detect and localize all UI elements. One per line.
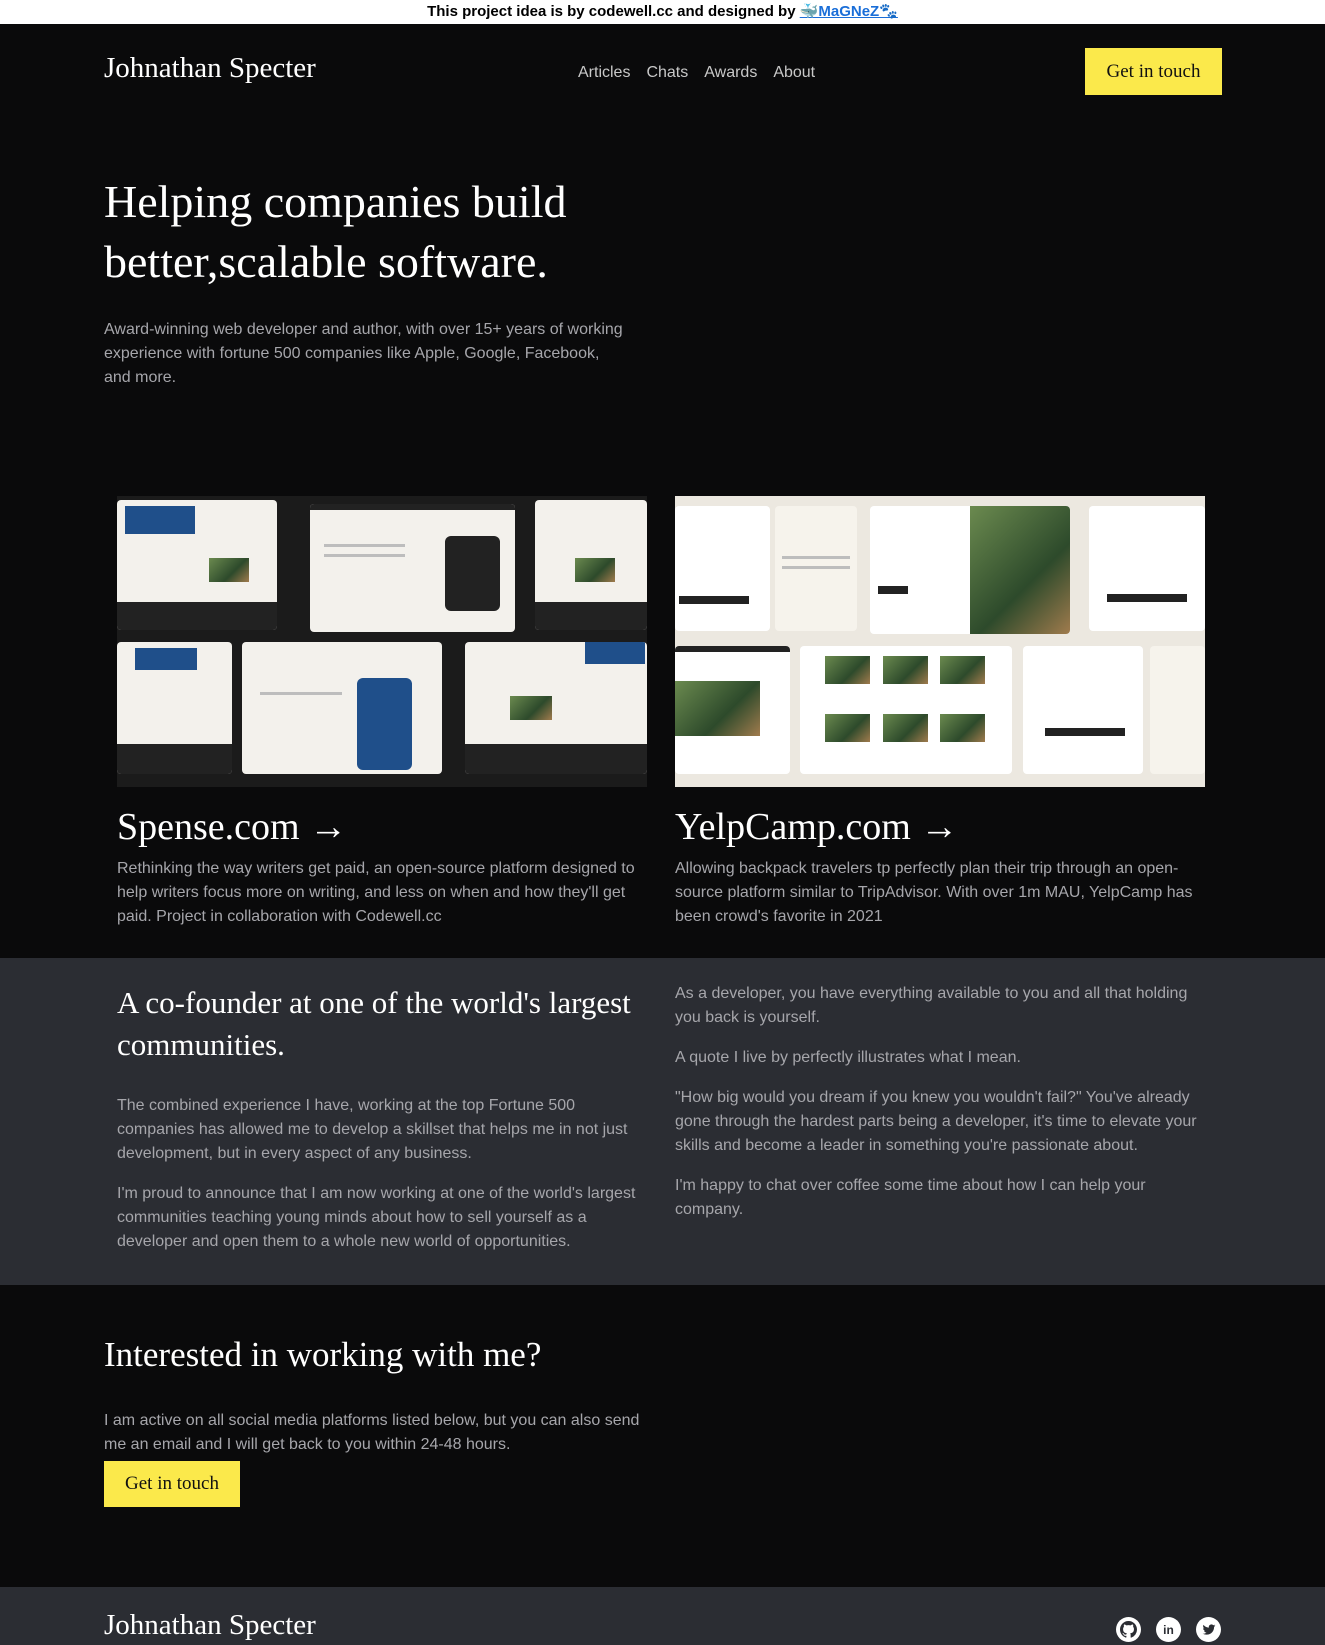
site-header: Johnathan Specter Articles Chats Awards …: [0, 24, 1325, 116]
nav-about[interactable]: About: [773, 64, 815, 82]
contact-get-in-touch-button[interactable]: Get in touch: [104, 1461, 240, 1507]
project-title[interactable]: YelpCamp.com →: [675, 805, 1205, 849]
hero-title: Helping companies build better,scalable …: [104, 176, 567, 287]
about-paragraph: I'm happy to chat over coffee some time …: [675, 1177, 1146, 1218]
project-card-spense[interactable]: Spense.com → Rethinking the way writers …: [117, 496, 647, 929]
attribution-text: This project idea is by codewell.cc and …: [427, 3, 796, 20]
brand-logo[interactable]: Johnathan Specter: [104, 52, 316, 85]
get-in-touch-button[interactable]: Get in touch: [1085, 48, 1222, 95]
spense-screenshot[interactable]: [117, 496, 647, 787]
about-paragraph: The combined experience I have, working …: [117, 1097, 628, 1162]
footer-brand[interactable]: Johnathan Specter: [104, 1609, 316, 1642]
about-section: A co-founder at one of the world's large…: [0, 958, 1325, 1285]
linkedin-icon[interactable]: in: [1156, 1617, 1181, 1642]
about-title: A co-founder at one of the world's large…: [117, 985, 631, 1062]
designer-link[interactable]: 🐳MaGNeZ🐾: [800, 3, 898, 20]
contact-text: I am active on all social media platform…: [104, 1412, 640, 1453]
about-paragraph: I'm proud to announce that I am now work…: [117, 1185, 636, 1250]
projects: Spense.com → Rethinking the way writers …: [0, 496, 1325, 958]
project-description: Allowing backpack travelers tp perfectly…: [675, 860, 1193, 925]
contact-title: Interested in working with me?: [104, 1335, 542, 1374]
site-footer: Johnathan Specter in: [0, 1587, 1325, 1645]
hero-subtitle: Award-winning web developer and author, …: [104, 321, 623, 386]
main-nav: Articles Chats Awards About: [578, 64, 815, 82]
about-paragraph: A quote I live by perfectly illustrates …: [675, 1049, 1021, 1066]
nav-chats[interactable]: Chats: [646, 64, 688, 82]
hero: Helping companies build better,scalable …: [0, 116, 1325, 496]
project-card-yelpcamp[interactable]: YelpCamp.com → Allowing backpack travele…: [675, 496, 1205, 929]
project-description: Rethinking the way writers get paid, an …: [117, 860, 635, 925]
attribution-bar: This project idea is by codewell.cc and …: [0, 0, 1325, 24]
github-icon[interactable]: [1116, 1617, 1141, 1642]
social-links: in: [1116, 1617, 1221, 1642]
nav-articles[interactable]: Articles: [578, 64, 630, 82]
yelpcamp-screenshot[interactable]: [675, 496, 1205, 787]
contact-section: Interested in working with me? I am acti…: [0, 1285, 1325, 1587]
project-title[interactable]: Spense.com →: [117, 805, 647, 849]
nav-awards[interactable]: Awards: [704, 64, 757, 82]
twitter-icon[interactable]: [1196, 1617, 1221, 1642]
about-paragraph: As a developer, you have everything avai…: [675, 985, 1188, 1026]
about-quote: "How big would you dream if you knew you…: [675, 1089, 1197, 1154]
